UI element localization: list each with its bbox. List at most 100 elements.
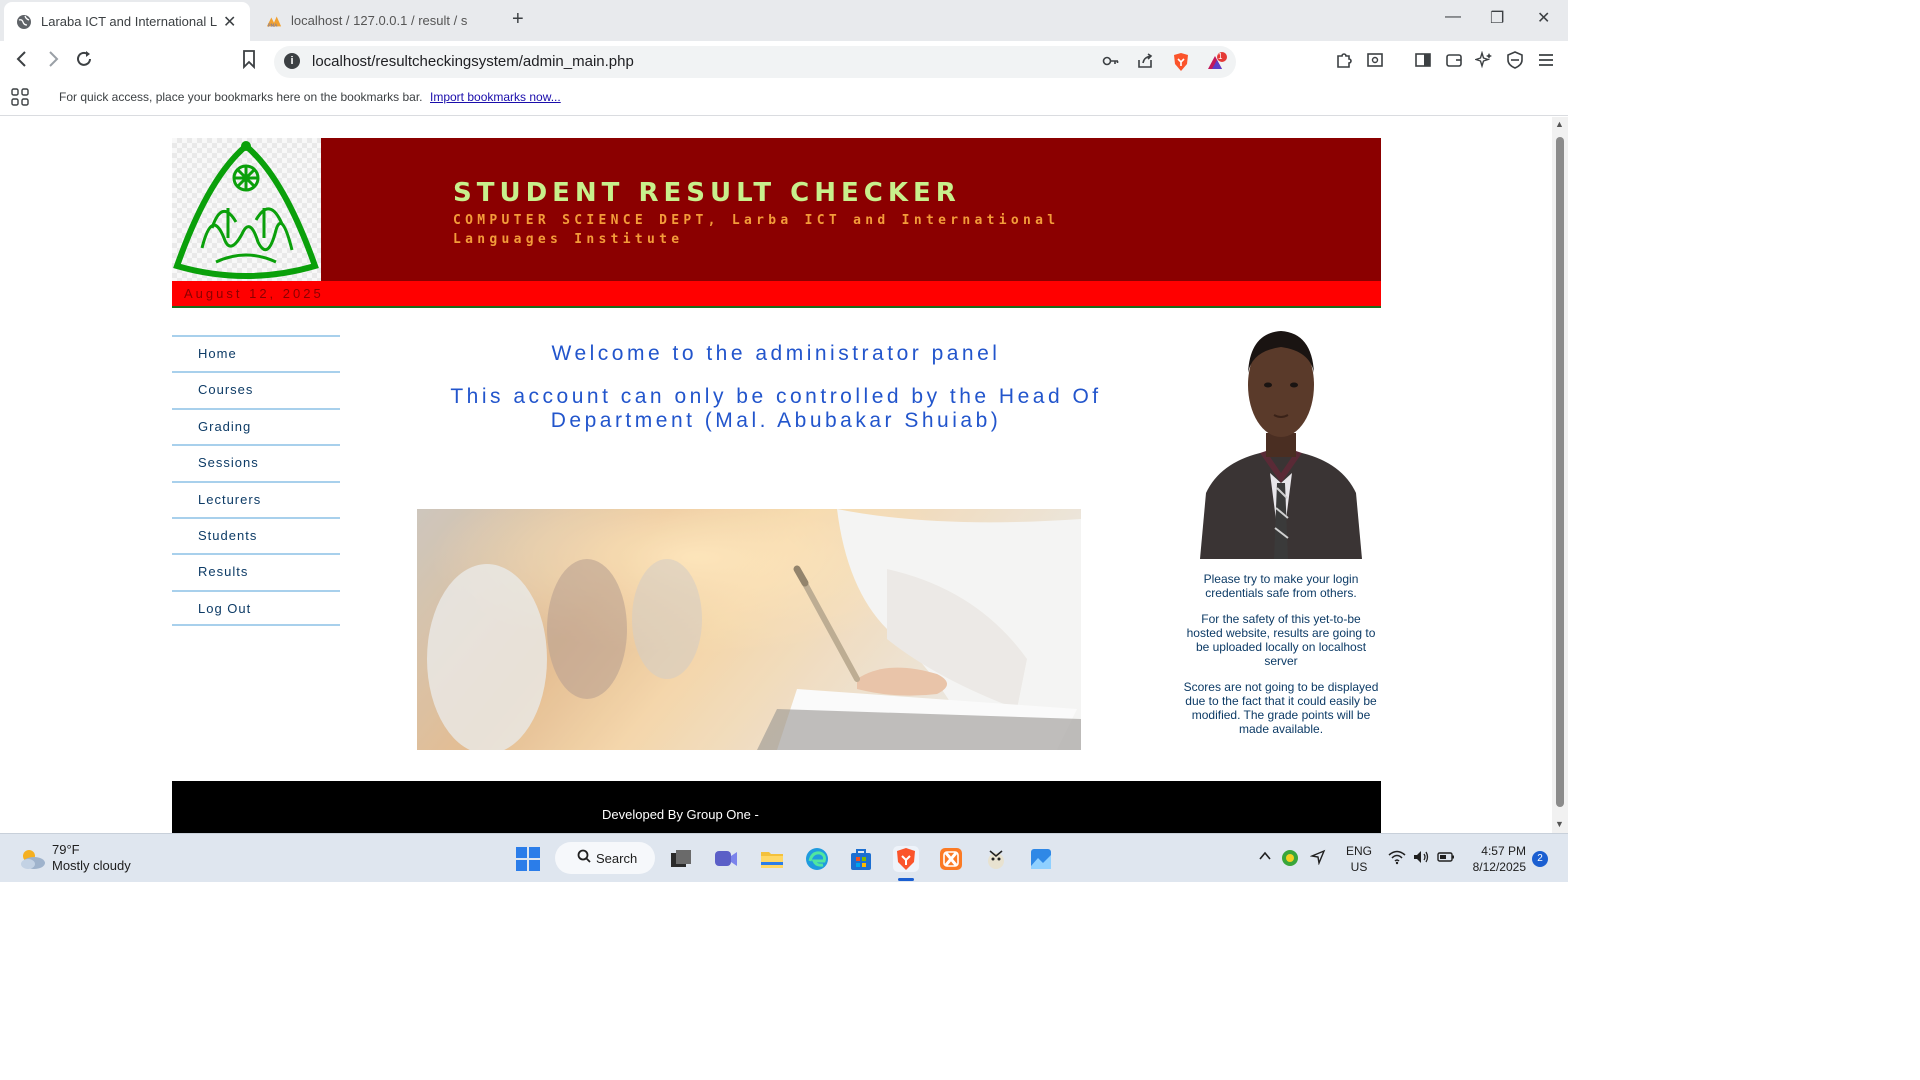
tab-laraba-ict[interactable]: Laraba ICT and International Lan ✕ <box>4 2 250 41</box>
rewards-badge: 1 <box>1218 52 1223 61</box>
taskbar-search[interactable]: Search <box>555 842 655 874</box>
nav-logout[interactable]: Log Out <box>172 589 340 627</box>
admin-photo <box>1200 323 1362 559</box>
extensions-icon[interactable] <box>1335 51 1353 74</box>
close-tab-icon[interactable]: ✕ <box>223 12 236 32</box>
back-icon[interactable] <box>14 49 30 75</box>
location-arrow-icon[interactable] <box>1309 849 1326 868</box>
lang-region: US <box>1350 860 1368 874</box>
apps-grid-icon[interactable] <box>11 88 29 111</box>
clock-date: 8/12/2025 <box>1472 860 1526 874</box>
scroll-down-icon[interactable]: ▼ <box>1555 819 1564 829</box>
minimize-icon[interactable]: — <box>1445 8 1461 26</box>
search-label: Search <box>596 851 638 866</box>
brave-browser-icon[interactable] <box>893 846 919 872</box>
clock-time: 4:57 PM <box>1481 844 1526 858</box>
search-icon <box>577 849 591 866</box>
active-app-indicator <box>898 878 914 881</box>
bookmark-icon[interactable] <box>242 49 256 75</box>
tab-title: Laraba ICT and International Lan <box>41 14 217 29</box>
sidebar-note: For the safety of this yet-to-be hosted … <box>1186 612 1376 668</box>
nav-results[interactable]: Results <box>172 553 340 589</box>
nav-lecturers[interactable]: Lecturers <box>172 480 340 517</box>
scroll-up-icon[interactable]: ▲ <box>1555 119 1564 129</box>
brave-rewards-icon[interactable]: 1 <box>1206 52 1228 77</box>
date-bar: August 12, 2025 <box>172 281 1381 308</box>
nav-students[interactable]: Students <box>172 516 340 553</box>
site-info-icon[interactable]: i <box>284 53 300 69</box>
wifi-icon[interactable] <box>1388 849 1406 868</box>
cloudy-weather-icon <box>18 848 46 873</box>
footer-credits: Developed By Group One - <box>602 807 759 822</box>
sidebar-toggle-icon[interactable] <box>1414 51 1432 74</box>
admin-nav: Home Courses Grading Sessions Lecturers … <box>172 335 340 627</box>
photos-icon[interactable] <box>1028 846 1054 872</box>
university-logo <box>172 138 321 281</box>
vpn-shield-icon[interactable] <box>1506 51 1524 74</box>
site-header: STUDENT RESULT CHECKER COMPUTER SCIENCE … <box>172 138 1381 281</box>
welcome-message: Welcome to the administrator panel This … <box>417 342 1135 433</box>
address-bar[interactable]: i localhost/resultcheckingsystem/admin_m… <box>274 46 1236 78</box>
bookmarks-bar: For quick access, place your bookmarks h… <box>0 82 1568 116</box>
nav-courses[interactable]: Courses <box>172 371 340 407</box>
nav-home[interactable]: Home <box>172 335 340 371</box>
url-text[interactable]: localhost/resultcheckingsystem/admin_mai… <box>312 53 634 70</box>
share-icon[interactable] <box>1136 52 1154 75</box>
windows-start-icon[interactable] <box>515 846 541 872</box>
site-footer: Developed By Group One - <box>172 781 1381 833</box>
hod-notice: This account can only be controlled by t… <box>450 385 1102 432</box>
tab-phpmyadmin[interactable]: PMA localhost / 127.0.0.1 / result / sco… <box>258 0 504 41</box>
weather-condition: Mostly cloudy <box>52 858 131 873</box>
volume-icon[interactable] <box>1412 849 1430 868</box>
close-window-icon[interactable]: ✕ <box>1537 8 1550 28</box>
welcome-heading: Welcome to the administrator panel <box>551 342 1001 365</box>
current-date: August 12, 2025 <box>184 286 324 301</box>
tab-search-icon[interactable] <box>1366 51 1384 74</box>
bookmarks-message: For quick access, place your bookmarks h… <box>59 90 423 104</box>
notification-badge[interactable]: 2 <box>1532 851 1548 867</box>
menu-icon[interactable] <box>1537 51 1555 74</box>
leo-ai-icon[interactable] <box>1473 50 1493 74</box>
nav-sessions[interactable]: Sessions <box>172 444 340 480</box>
page-viewport: STUDENT RESULT CHECKER COMPUTER SCIENCE … <box>0 117 1552 833</box>
tab-title: localhost / 127.0.0.1 / result / scores <box>291 13 467 28</box>
exam-hero-image <box>417 509 1081 750</box>
tray-app-icon[interactable] <box>1281 849 1299 870</box>
task-view-icon[interactable] <box>668 846 694 872</box>
system-clock[interactable]: 4:57 PM 8/12/2025 <box>1470 843 1526 875</box>
browser-tab-bar: Laraba ICT and International Lan ✕ PMA l… <box>0 0 1568 41</box>
logo-emblem-icon <box>173 141 319 279</box>
brave-shields-icon[interactable] <box>1172 52 1190 77</box>
show-hidden-icons-icon[interactable] <box>1258 849 1272 866</box>
wallet-icon[interactable] <box>1445 51 1463 74</box>
language-indicator[interactable]: ENG US <box>1346 843 1372 875</box>
forward-icon[interactable] <box>45 49 61 75</box>
microsoft-store-icon[interactable] <box>848 846 874 872</box>
globe-icon <box>16 14 32 30</box>
taskbar: 79°F Mostly cloudy Search ENG US 4:57 PM… <box>0 833 1568 882</box>
site-title: STUDENT RESULT CHECKER <box>453 178 961 208</box>
nav-grading[interactable]: Grading <box>172 407 340 444</box>
teams-meet-icon[interactable] <box>713 846 739 872</box>
file-explorer-icon[interactable] <box>759 846 785 872</box>
battery-icon[interactable] <box>1437 849 1455 868</box>
import-bookmarks-link[interactable]: Import bookmarks now... <box>430 90 561 104</box>
site-subtitle: COMPUTER SCIENCE DEPT, Larba ICT and Int… <box>453 213 1060 247</box>
reload-icon[interactable] <box>74 49 94 75</box>
new-tab-icon[interactable]: + <box>512 8 524 31</box>
browser-toolbar: i localhost/resultcheckingsystem/admin_m… <box>0 41 1568 82</box>
lang-code: ENG <box>1346 844 1373 858</box>
sidebar-note: Scores are not going to be displayed due… <box>1183 680 1379 736</box>
svg-text:PMA: PMA <box>268 23 278 29</box>
xampp-icon[interactable] <box>938 846 964 872</box>
admin-sidebar: Please try to make your login credential… <box>1182 323 1380 748</box>
weather-temp: 79°F <box>52 842 80 857</box>
sidebar-note: Please try to make your login credential… <box>1203 572 1359 600</box>
scrollbar-thumb[interactable] <box>1556 137 1564 807</box>
edge-icon[interactable] <box>804 846 830 872</box>
restore-icon[interactable]: ❐ <box>1490 8 1504 28</box>
snipping-app-icon[interactable] <box>983 846 1009 872</box>
page-scrollbar[interactable]: ▲ ▼ <box>1552 117 1568 833</box>
phpmyadmin-icon: PMA <box>266 13 282 29</box>
key-icon[interactable] <box>1102 52 1120 75</box>
